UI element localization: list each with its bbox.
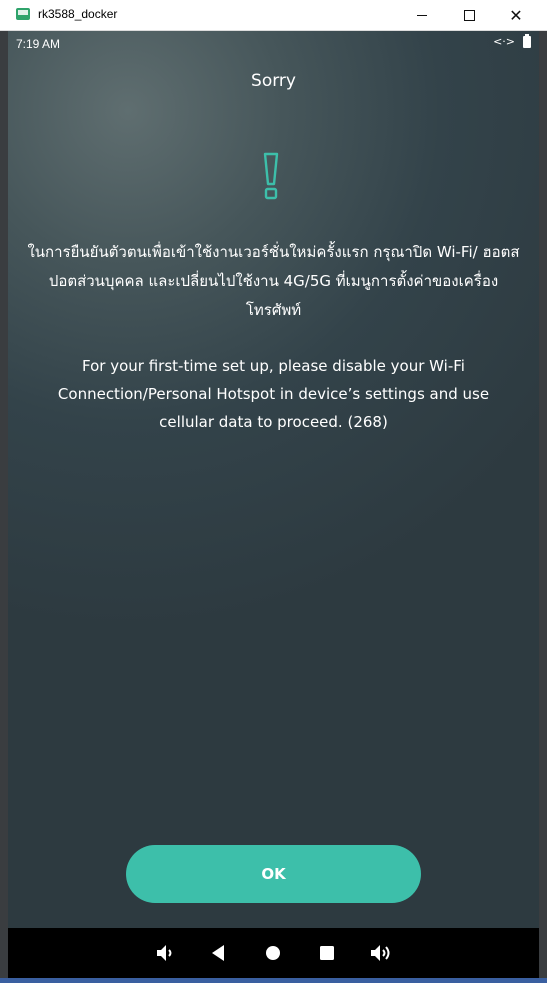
minimize-icon: [417, 14, 427, 16]
window-frame-left: [0, 31, 8, 983]
home-icon[interactable]: [261, 941, 285, 965]
close-icon: ✕: [509, 5, 523, 25]
thai-message: ในการยืนยันตัวตนเพื่อเข้าใช้งานเวอร์ชั่น…: [27, 243, 520, 319]
recents-icon[interactable]: [315, 941, 339, 965]
ok-button[interactable]: OK: [126, 845, 421, 903]
maximize-button[interactable]: [446, 0, 492, 30]
battery-icon: [523, 33, 531, 48]
volume-down-icon[interactable]: [153, 941, 177, 965]
dialog-title: Sorry: [251, 71, 296, 91]
maximize-icon: [463, 9, 475, 21]
status-icons: <·>: [493, 33, 531, 48]
status-time: 7:19 AM: [16, 37, 61, 51]
window-frame-bottom: [0, 978, 547, 983]
window-frame-right: [539, 31, 547, 983]
data-transfer-icon: <·>: [493, 35, 515, 48]
english-message: For your first-time set up, please disab…: [57, 357, 490, 431]
back-icon[interactable]: [207, 941, 231, 965]
window-titlebar: rk3588_docker ✕: [0, 0, 547, 31]
device-screen: 7:19 AM <·> Sorry ในการยืนยันตัวตนเพื่อเ…: [8, 31, 539, 928]
minimize-button[interactable]: [399, 0, 445, 30]
exclamation-icon: [263, 152, 279, 200]
close-button[interactable]: ✕: [493, 0, 539, 30]
window-title: rk3588_docker: [38, 7, 118, 21]
volume-up-icon[interactable]: [369, 941, 393, 965]
app-icon: [16, 8, 30, 20]
navigation-bar: [8, 928, 539, 978]
